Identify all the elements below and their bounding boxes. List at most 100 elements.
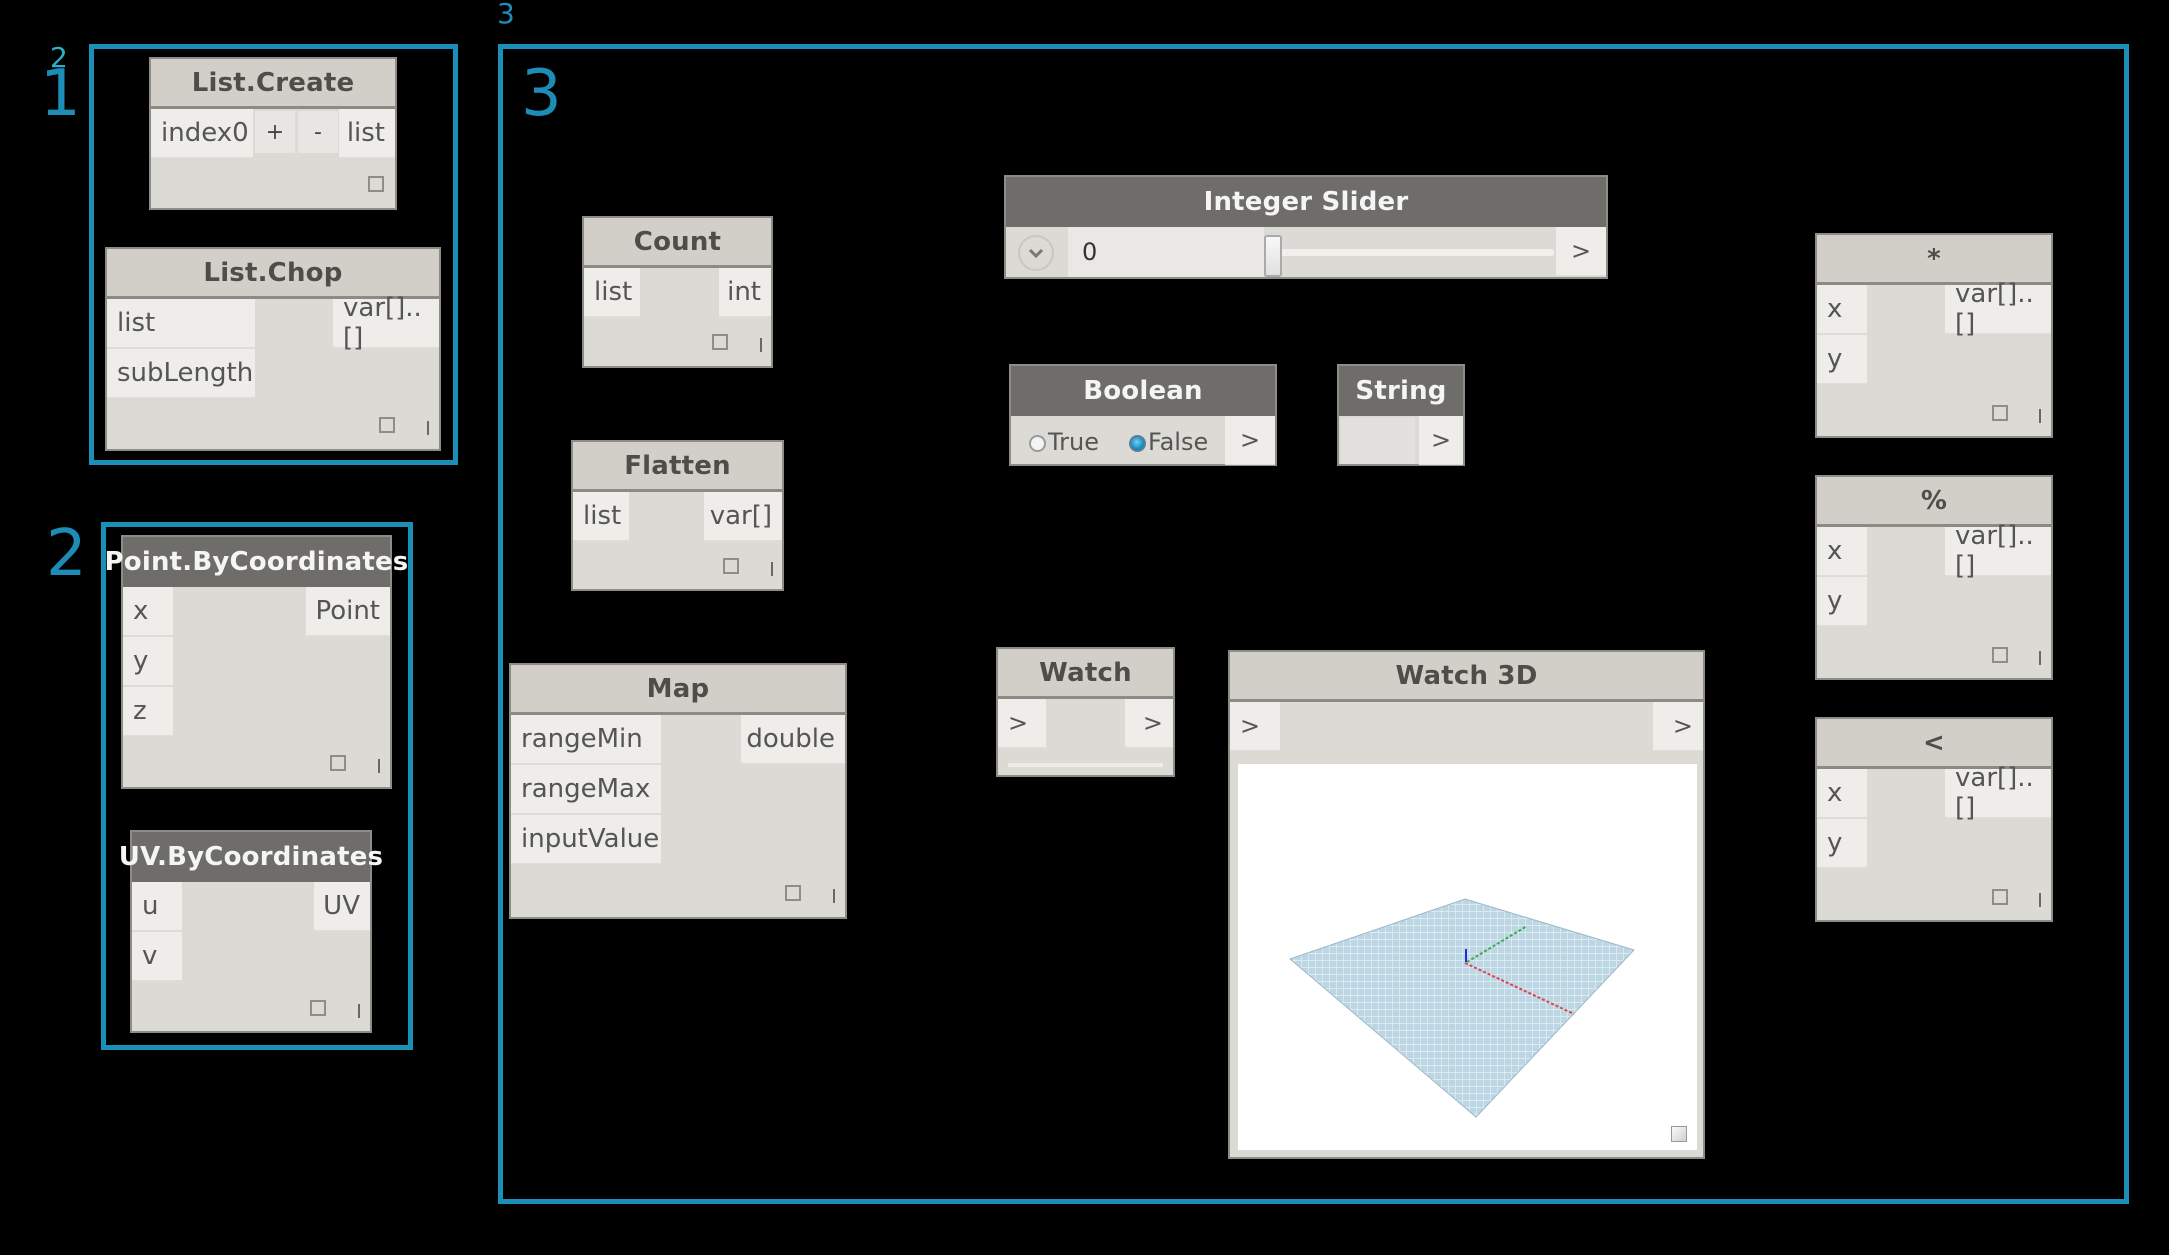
input-port-list[interactable]: list: [584, 268, 640, 317]
group-3-label: 3: [521, 57, 562, 131]
input-port-y[interactable]: y: [1817, 577, 1867, 626]
node-count[interactable]: Count list int: [582, 216, 773, 368]
input-port-u[interactable]: u: [132, 882, 182, 931]
output-port[interactable]: >: [1556, 227, 1606, 276]
preview-toggle-icon[interactable]: [330, 755, 346, 771]
output-port-int[interactable]: int: [719, 268, 771, 317]
output-port-uv[interactable]: UV: [314, 882, 370, 931]
node-list-chop[interactable]: List.Chop list subLength var[]..[]: [105, 247, 441, 451]
output-port-list[interactable]: list: [339, 109, 395, 158]
input-port-y[interactable]: y: [1817, 819, 1867, 868]
lacing-indicator-icon: [2039, 651, 2041, 665]
output-port[interactable]: >: [1225, 416, 1275, 465]
preview-toggle-icon[interactable]: [1992, 647, 2008, 663]
output-port-var[interactable]: var[]..[]: [1945, 521, 2051, 581]
lacing-indicator-icon: [760, 338, 762, 352]
preview-toggle-icon[interactable]: [310, 1000, 326, 1016]
preview-toggle-icon[interactable]: [785, 885, 801, 901]
node-title: Flatten: [573, 442, 782, 492]
slider-value-field[interactable]: 0: [1068, 227, 1264, 277]
node-multiply[interactable]: * x y var[]..[]: [1815, 233, 2053, 438]
node-map[interactable]: Map rangeMin rangeMax inputValue double: [509, 663, 847, 919]
output-port-var[interactable]: var[]..[]: [1945, 279, 2051, 339]
node-flatten[interactable]: Flatten list var[]: [571, 440, 784, 591]
slider-thumb[interactable]: [1264, 235, 1282, 277]
input-port-sublength[interactable]: subLength: [107, 349, 255, 398]
output-port[interactable]: >: [1125, 699, 1173, 748]
output-port[interactable]: >: [1653, 702, 1703, 751]
input-port-list[interactable]: list: [573, 492, 629, 541]
lacing-indicator-icon: [378, 759, 380, 773]
preview-toggle-icon[interactable]: [368, 176, 384, 192]
node-title: Boolean: [1011, 366, 1275, 416]
radio-false[interactable]: False: [1129, 428, 1208, 456]
output-port[interactable]: >: [1419, 416, 1463, 465]
node-title: Point.ByCoordinates: [105, 537, 408, 587]
input-port-v[interactable]: v: [132, 932, 182, 981]
output-port-point[interactable]: Point: [306, 587, 390, 636]
lacing-indicator-icon: [833, 889, 835, 903]
slider-track[interactable]: [1274, 249, 1554, 256]
resize-handle-icon[interactable]: [1671, 1126, 1687, 1142]
lacing-indicator-icon: [771, 562, 773, 576]
slider-value: 0: [1082, 238, 1098, 266]
node-uv-by-coordinates[interactable]: UV.ByCoordinates u v UV: [119, 830, 383, 1033]
preview-toggle-icon[interactable]: [1992, 405, 2008, 421]
output-port-var[interactable]: var[]..[]: [1945, 763, 2051, 823]
input-port-z[interactable]: z: [123, 687, 173, 736]
watch-output-area: [1008, 763, 1163, 767]
preview-toggle-icon[interactable]: [1992, 889, 2008, 905]
node-title: Watch 3D: [1230, 652, 1703, 702]
node-title: String: [1339, 366, 1463, 416]
input-port-inputvalue[interactable]: inputValue: [511, 815, 661, 864]
output-port-var[interactable]: var[]..[]: [333, 293, 439, 353]
preview-toggle-icon[interactable]: [723, 558, 739, 574]
node-less-than[interactable]: < x y var[]..[]: [1815, 717, 2053, 922]
lacing-indicator-icon: [2039, 893, 2041, 907]
lacing-indicator-icon: [427, 421, 429, 435]
node-modulo[interactable]: % x y var[]..[]: [1815, 475, 2053, 680]
output-port-var[interactable]: var[]: [704, 492, 782, 541]
3d-viewport[interactable]: [1238, 764, 1697, 1150]
node-integer-slider[interactable]: Integer Slider 0 >: [1004, 175, 1608, 279]
node-title: *: [1817, 235, 2051, 285]
input-port-y[interactable]: y: [123, 637, 173, 686]
group-3-top-label: 3: [497, 0, 515, 30]
input-port[interactable]: >: [998, 699, 1046, 748]
chevron-down-icon: [1028, 248, 1044, 259]
group-2-label: 2: [46, 517, 87, 591]
output-port-double[interactable]: double: [741, 715, 845, 764]
input-port-y[interactable]: y: [1817, 335, 1867, 384]
node-list-create[interactable]: List.Create index0 + - list: [149, 57, 397, 210]
node-title: Map: [511, 665, 845, 715]
expand-slider-button[interactable]: [1018, 235, 1054, 271]
input-port-rangemax[interactable]: rangeMax: [511, 765, 661, 814]
preview-toggle-icon[interactable]: [379, 417, 395, 433]
input-port-x[interactable]: x: [123, 587, 173, 636]
preview-toggle-icon[interactable]: [712, 334, 728, 350]
node-point-by-coordinates[interactable]: Point.ByCoordinates x y z Point: [105, 535, 408, 789]
input-port-x[interactable]: x: [1817, 285, 1867, 334]
node-string[interactable]: String >: [1337, 364, 1465, 466]
input-port-x[interactable]: x: [1817, 769, 1867, 818]
surface-mesh-preview: [1289, 898, 1635, 1118]
remove-input-button[interactable]: -: [298, 111, 338, 153]
node-watch-3d[interactable]: Watch 3D > >: [1228, 650, 1705, 1159]
input-port-rangemin[interactable]: rangeMin: [511, 715, 661, 764]
node-title: Watch: [998, 649, 1173, 699]
input-port-index0[interactable]: index0: [151, 109, 253, 158]
node-title: %: [1817, 477, 2051, 527]
node-watch[interactable]: Watch > >: [996, 647, 1175, 777]
radio-true[interactable]: True: [1029, 428, 1099, 456]
string-input-field[interactable]: [1341, 418, 1415, 464]
group-1-label: 1: [40, 57, 81, 131]
input-port-list[interactable]: list: [107, 299, 255, 348]
node-boolean[interactable]: Boolean True False >: [1009, 364, 1277, 466]
surface-mesh: [1289, 898, 1635, 1118]
lacing-indicator-icon: [2039, 409, 2041, 423]
node-title: <: [1817, 719, 2051, 769]
input-port[interactable]: >: [1230, 702, 1280, 751]
lacing-indicator-icon: [358, 1004, 360, 1018]
add-input-button[interactable]: +: [255, 111, 295, 153]
input-port-x[interactable]: x: [1817, 527, 1867, 576]
